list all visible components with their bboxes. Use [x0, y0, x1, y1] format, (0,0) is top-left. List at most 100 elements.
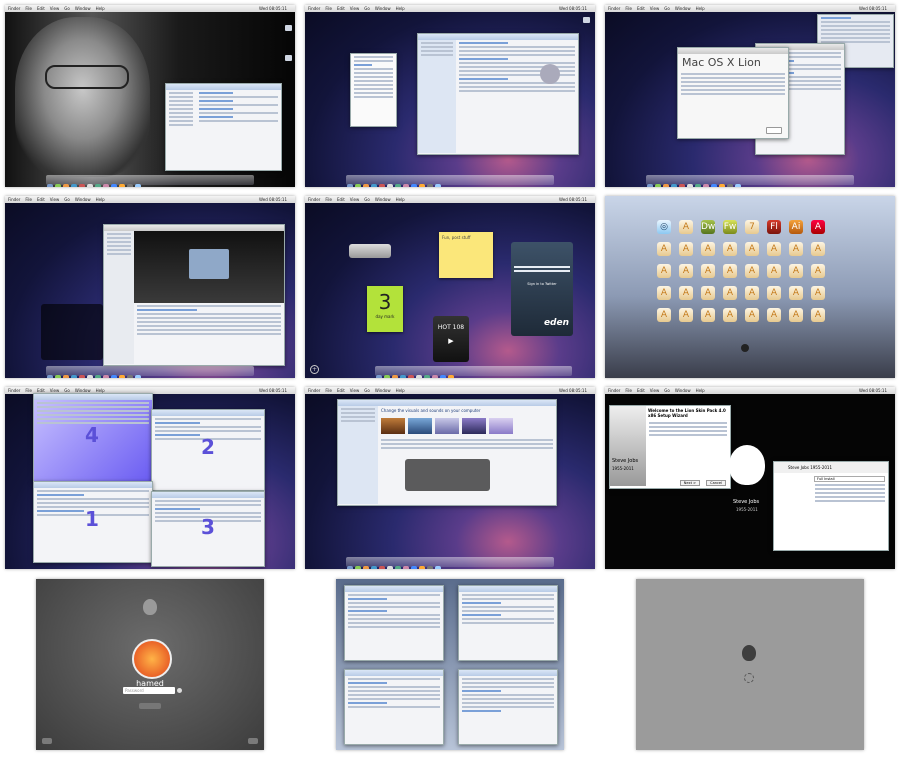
stickies-widget[interactable]: Fun, post stuff — [439, 232, 493, 278]
menu-view[interactable]: View — [50, 6, 60, 11]
dock[interactable] — [345, 175, 555, 187]
menu-file[interactable]: File — [25, 197, 32, 202]
menu-finder[interactable]: Finder — [8, 388, 20, 393]
menu-view[interactable]: View — [650, 6, 660, 11]
components-dialog-title: Steve Jobs 1955-2011 — [774, 462, 888, 473]
dock[interactable] — [645, 175, 855, 187]
menu-go[interactable]: Go — [664, 6, 670, 11]
dock[interactable] — [345, 557, 555, 569]
ok-button[interactable] — [766, 127, 782, 134]
launchpad-grid[interactable]: ◎ A Dw Fw 7 Fl Ai A AAAAAAAA AAAAAAAA AA… — [657, 220, 847, 355]
play-icon[interactable]: ▶ — [433, 337, 469, 345]
menu-view[interactable]: View — [350, 388, 360, 393]
space-4-window[interactable] — [458, 669, 558, 745]
menu-view[interactable]: View — [350, 197, 360, 202]
menu-edit[interactable]: Edit — [637, 6, 645, 11]
dock[interactable] — [45, 175, 255, 187]
dock[interactable] — [45, 366, 255, 378]
menu-window[interactable]: Window — [675, 6, 691, 11]
radio-widget[interactable]: HOT 108 ▶ — [433, 316, 469, 362]
menu-edit[interactable]: Edit — [37, 197, 45, 202]
screenshot-portrait-desktop: Finder File Edit View Go Window Help Wed 08:05… — [5, 5, 295, 187]
menu-help[interactable]: Help — [396, 388, 405, 393]
space-2-window[interactable] — [458, 585, 558, 661]
explorer-window[interactable] — [165, 83, 282, 171]
menu-window[interactable]: Window — [375, 388, 391, 393]
menu-view[interactable]: View — [50, 197, 60, 202]
menu-file[interactable]: File — [325, 388, 332, 393]
menu-edit[interactable]: Edit — [637, 388, 645, 393]
screenshot-personalization: Finder File Edit View Go Window Help Wed 08:05… — [305, 387, 595, 569]
menu-finder[interactable]: Finder — [308, 197, 320, 202]
menu-finder[interactable]: Finder — [608, 6, 620, 11]
menu-finder[interactable]: Finder — [8, 197, 20, 202]
menu-go[interactable]: Go — [364, 6, 370, 11]
menu-finder[interactable]: Finder — [308, 6, 320, 11]
menu-help[interactable]: Help — [696, 6, 705, 11]
menu-go[interactable]: Go — [64, 6, 70, 11]
menu-help[interactable]: Help — [396, 6, 405, 11]
drive-icon[interactable] — [583, 17, 590, 23]
user-avatar[interactable] — [132, 639, 172, 679]
menu-go[interactable]: Go — [664, 388, 670, 393]
switch-user-button[interactable] — [139, 703, 161, 709]
system-properties-window[interactable] — [417, 33, 579, 155]
menu-file[interactable]: File — [325, 197, 332, 202]
menu-go[interactable]: Go — [364, 388, 370, 393]
add-widget-icon[interactable]: + — [310, 365, 319, 374]
restart-button[interactable] — [248, 738, 258, 744]
menu-file[interactable]: File — [325, 6, 332, 11]
file-icon[interactable] — [285, 55, 292, 61]
about-dialog[interactable]: Mac OS X Lion — [677, 47, 789, 139]
search-widget[interactable] — [349, 244, 391, 258]
menu-finder[interactable]: Finder — [608, 388, 620, 393]
dock[interactable] — [374, 366, 572, 378]
theme-switcher[interactable] — [405, 459, 490, 491]
components-select[interactable]: Full Install — [814, 476, 885, 482]
space-3-window[interactable] — [344, 669, 444, 745]
sleep-button[interactable] — [42, 738, 52, 744]
menu-window[interactable]: Window — [375, 6, 391, 11]
menu-file[interactable]: File — [625, 388, 632, 393]
space-1-window[interactable] — [344, 585, 444, 661]
login-arrow-icon[interactable] — [177, 688, 182, 693]
menu-clock: Wed 08:05:11 — [559, 6, 587, 11]
menu-window[interactable]: Window — [375, 197, 391, 202]
menu-finder[interactable]: Finder — [308, 388, 320, 393]
menu-window[interactable]: Window — [75, 197, 91, 202]
menu-edit[interactable]: Edit — [337, 388, 345, 393]
menu-edit[interactable]: Edit — [337, 197, 345, 202]
menu-help[interactable]: Help — [696, 388, 705, 393]
twitter-sign-in-button[interactable]: Sign in to Twitter — [511, 282, 573, 286]
menu-view[interactable]: View — [350, 6, 360, 11]
cancel-button[interactable]: Cancel — [706, 480, 726, 486]
menu-finder[interactable]: Finder — [8, 6, 20, 11]
menu-file[interactable]: File — [25, 6, 32, 11]
menu-help[interactable]: Help — [396, 197, 405, 202]
menu-window[interactable]: Window — [675, 388, 691, 393]
menu-edit[interactable]: Edit — [337, 6, 345, 11]
stacks-grid[interactable] — [41, 304, 103, 360]
components-dialog[interactable]: Steve Jobs 1955-2011 Full Install — [773, 461, 889, 551]
coverflow-window[interactable] — [103, 224, 285, 366]
context-menu[interactable] — [350, 53, 397, 127]
menu-view[interactable]: View — [650, 388, 660, 393]
menu-edit[interactable]: Edit — [37, 6, 45, 11]
page-indicator[interactable] — [741, 344, 749, 352]
calendar-widget[interactable]: 3 day mark — [367, 286, 403, 332]
menu-go[interactable]: Go — [64, 197, 70, 202]
menu-file[interactable]: File — [25, 388, 32, 393]
password-field[interactable]: Password — [123, 687, 175, 694]
menu-window[interactable]: Window — [75, 6, 91, 11]
menu-file[interactable]: File — [625, 6, 632, 11]
menu-help[interactable]: Help — [96, 6, 105, 11]
drive-icon[interactable] — [285, 25, 292, 31]
theme-thumbnails[interactable] — [378, 415, 556, 437]
twitter-widget[interactable]: Sign in to Twitter eden — [511, 242, 573, 336]
radio-station: HOT 108 — [437, 324, 465, 331]
setup-wizard-window[interactable]: Steve Jobs 1955-2011 Welcome to the Lion… — [609, 405, 731, 489]
menu-go[interactable]: Go — [364, 197, 370, 202]
menu-help[interactable]: Help — [96, 197, 105, 202]
next-button[interactable]: Next > — [679, 480, 700, 486]
coverflow-view[interactable] — [134, 231, 284, 303]
